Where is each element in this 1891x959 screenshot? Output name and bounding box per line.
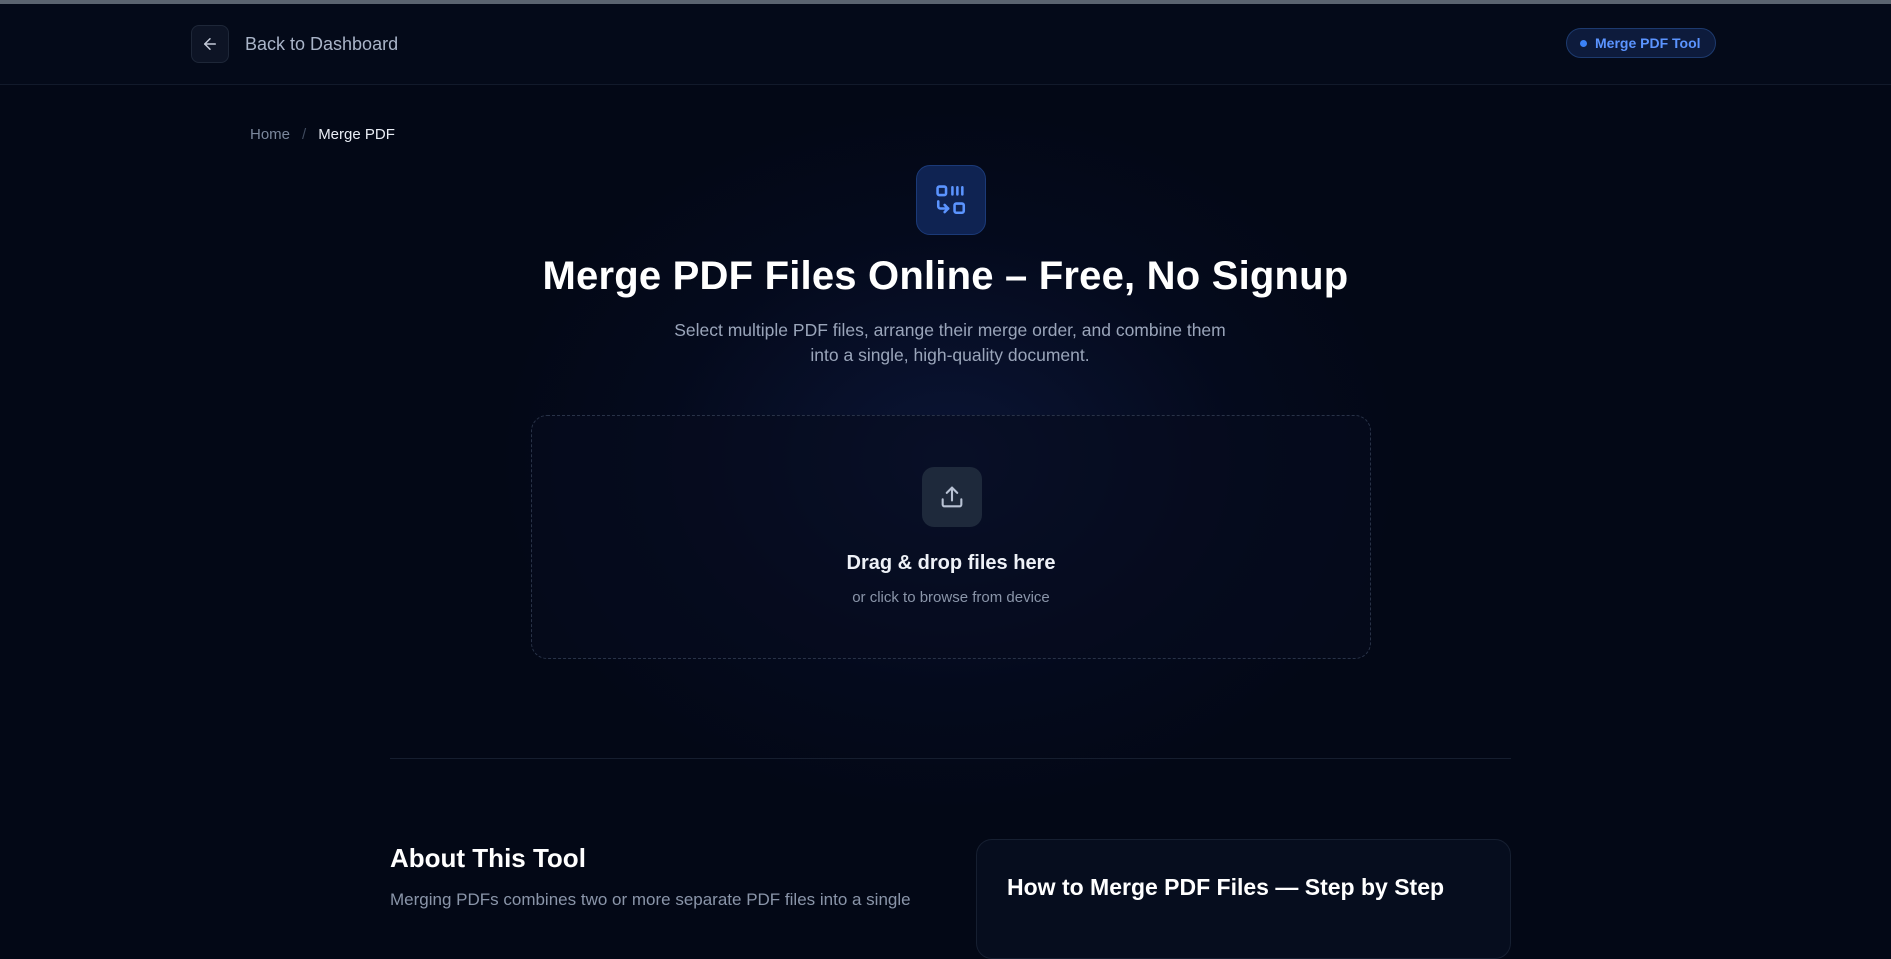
back-to-dashboard-link[interactable]: Back to Dashboard bbox=[245, 34, 398, 55]
merge-pdf-icon bbox=[916, 165, 986, 235]
tool-badge-label: Merge PDF Tool bbox=[1595, 35, 1701, 51]
dropzone-subtitle: or click to browse from device bbox=[852, 589, 1050, 606]
dropzone-title: Drag & drop files here bbox=[846, 552, 1056, 574]
page-title: Merge PDF Files Online – Free, No Signup bbox=[542, 254, 1349, 298]
breadcrumb-home-link[interactable]: Home bbox=[250, 126, 290, 143]
subtitle-line-2: into a single, high-quality document. bbox=[810, 345, 1090, 365]
arrow-left-icon bbox=[204, 38, 216, 50]
subtitle-line-1: Select multiple PDF files, arrange their… bbox=[674, 320, 1226, 340]
about-section-text: Merging PDFs combines two or more separa… bbox=[390, 890, 911, 909]
breadcrumb-current: Merge PDF bbox=[318, 126, 395, 143]
how-to-card: How to Merge PDF Files — Step by Step bbox=[976, 839, 1511, 959]
upload-icon bbox=[922, 467, 982, 527]
how-to-title: How to Merge PDF Files — Step by Step bbox=[1007, 874, 1445, 900]
page-subtitle: Select multiple PDF files, arrange their… bbox=[660, 318, 1240, 368]
back-button[interactable] bbox=[191, 25, 229, 63]
file-dropzone[interactable]: Drag & drop files here or click to brows… bbox=[531, 415, 1371, 659]
top-header: Back to Dashboard Merge PDF Tool bbox=[0, 4, 1891, 85]
section-divider bbox=[390, 758, 1511, 759]
status-dot bbox=[1580, 40, 1587, 47]
breadcrumb-separator: / bbox=[302, 126, 307, 143]
tool-badge: Merge PDF Tool bbox=[1566, 28, 1716, 58]
breadcrumb: Home / Merge PDF bbox=[250, 126, 395, 143]
about-section-title: About This Tool bbox=[390, 843, 586, 873]
